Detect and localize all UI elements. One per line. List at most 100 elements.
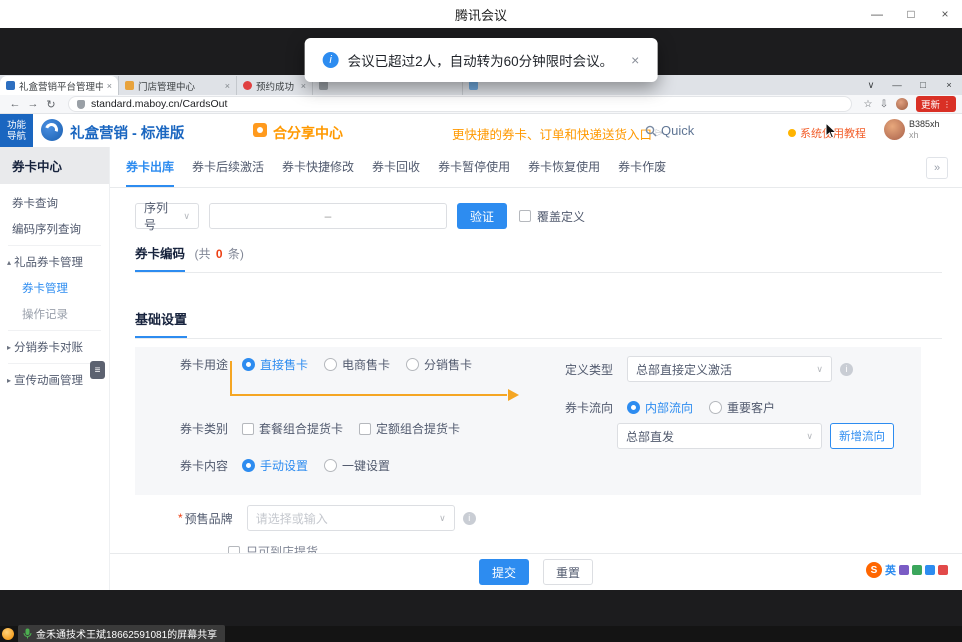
sidebar-item-op-log[interactable]: 操作记录 <box>0 301 109 327</box>
tab-activate[interactable]: 券卡后续激活 <box>192 147 264 187</box>
share-center-link[interactable]: 合分享中心 <box>273 123 343 143</box>
favicon <box>125 81 134 90</box>
caret-closed-icon: ▸ <box>7 343 11 352</box>
brand-placeholder: 请选择或输入 <box>256 510 328 527</box>
tab-search-icon[interactable]: ∨ <box>858 80 884 91</box>
tab-recycle[interactable]: 券卡回收 <box>372 147 420 187</box>
checkbox-icon <box>359 423 371 435</box>
close-icon[interactable]: × <box>928 0 962 28</box>
radio-label: 重要客户 <box>727 399 775 416</box>
radio-label: 内部流向 <box>645 399 693 416</box>
category-label: 券卡类别 <box>180 420 228 437</box>
tab-close-icon[interactable]: × <box>301 81 306 91</box>
deftype-select[interactable]: 总部直接定义激活 ∨ <box>627 356 832 382</box>
radio-direct-sale[interactable]: 直接售卡 <box>242 356 308 373</box>
radio-distribution-sale[interactable]: 分销售卡 <box>406 356 472 373</box>
update-label: 更新 <box>921 97 940 111</box>
serial-type-select[interactable]: 序列号 ∨ <box>135 203 199 229</box>
language-extension-icon[interactable]: 英 <box>885 562 896 578</box>
browser-tab-active[interactable]: 礼盒营销平台管理中心 × <box>0 76 118 95</box>
checkbox-icon <box>242 423 254 435</box>
radio-internal-flow[interactable]: 内部流向 <box>627 399 693 416</box>
browser-minimize-icon[interactable]: — <box>884 80 910 91</box>
extension-icon[interactable] <box>938 565 948 575</box>
chevron-down-icon: ∨ <box>806 431 813 442</box>
deftype-value: 总部直接定义激活 <box>636 361 732 378</box>
microphone-icon <box>23 628 32 639</box>
browser-tab[interactable]: 预约成功 × <box>236 76 312 95</box>
panel-collapse-icon[interactable]: » <box>926 157 948 179</box>
sidebar-item-card-query[interactable]: 券卡查询 <box>0 190 109 216</box>
tab-suspend[interactable]: 券卡暂停使用 <box>438 147 510 187</box>
url-omnibox[interactable]: standard.maboy.cn/CardsOut <box>68 96 852 112</box>
radio-manual-setup[interactable]: 手动设置 <box>242 457 308 474</box>
minimize-icon[interactable]: — <box>860 0 894 28</box>
override-checkbox[interactable] <box>519 210 531 222</box>
sidebar-group-gift-cards[interactable]: ▴ 礼品券卡管理 <box>0 249 109 275</box>
count-prefix: (共 <box>194 247 210 261</box>
favicon <box>6 81 15 90</box>
flow-select[interactable]: 总部直发 ∨ <box>617 423 822 449</box>
reset-button[interactable]: 重置 <box>543 559 593 585</box>
user-avatar[interactable] <box>884 119 905 140</box>
info-icon[interactable]: i <box>463 512 476 525</box>
tab-close-icon[interactable]: × <box>107 81 112 91</box>
verify-button[interactable]: 验证 <box>457 203 507 229</box>
add-flow-button[interactable]: 新增流向 <box>830 423 894 449</box>
serial-range-input[interactable] <box>209 203 447 229</box>
info-icon[interactable]: i <box>840 363 853 376</box>
function-nav-toggle[interactable]: 功能 导航 <box>0 114 33 147</box>
sidebar-item-serial-query[interactable]: 编码序列查询 <box>0 216 109 242</box>
extension-icon[interactable] <box>899 565 909 575</box>
browser-update-button[interactable]: 更新 ⋮ <box>916 96 956 112</box>
browser-tab[interactable]: 门店管理中心 × <box>118 76 236 95</box>
sidebar-group-distribution[interactable]: ▸ 分销券卡对账 <box>0 334 109 360</box>
reload-icon[interactable]: ↻ <box>42 98 60 111</box>
promo-entry-link[interactable]: 更快捷的券卡、订单和快递送货入口 ⌲ <box>452 124 664 143</box>
favicon <box>469 81 478 90</box>
radio-key-customer[interactable]: 重要客户 <box>709 399 775 416</box>
radio-ecommerce-sale[interactable]: 电商售卡 <box>324 356 390 373</box>
tab-close-icon[interactable]: × <box>225 81 230 91</box>
tab-quick-edit[interactable]: 券卡快捷修改 <box>282 147 354 187</box>
deftype-label: 定义类型 <box>565 361 613 378</box>
caret-closed-icon: ▸ <box>7 376 11 385</box>
sidebar-collapse-toggle[interactable]: ≡ <box>90 361 105 379</box>
form-footer: 提交 重置 S 英 <box>110 553 962 590</box>
quick-search[interactable]: Quick <box>645 123 694 138</box>
bookmark-star-icon[interactable]: ☆ <box>860 99 876 110</box>
presale-brand-row: * 预售品牌 请选择或输入 ∨ i <box>135 505 476 531</box>
chevron-down-icon: ∨ <box>439 513 446 524</box>
sidebar-item-card-manage[interactable]: 券卡管理 <box>0 275 109 301</box>
brand-select[interactable]: 请选择或输入 ∨ <box>247 505 455 531</box>
checkbox-combo-card[interactable]: 套餐组合提货卡 <box>242 420 343 437</box>
tab-card-out[interactable]: 券卡出库 <box>126 147 174 187</box>
window-controls: — □ × <box>860 0 962 28</box>
tab-restore[interactable]: 券卡恢复使用 <box>528 147 600 187</box>
usage-row: 券卡用途 直接售卡 电商售卡 分销售卡 <box>180 356 488 373</box>
toast-close-icon[interactable]: × <box>631 52 639 68</box>
submit-button[interactable]: 提交 <box>479 559 529 585</box>
checkbox-label: 定额组合提货卡 <box>376 420 460 437</box>
maximize-icon[interactable]: □ <box>894 0 928 28</box>
download-icon[interactable]: ⇩ <box>876 99 892 110</box>
forward-icon[interactable]: → <box>24 98 42 110</box>
promo-text: 更快捷的券卡、订单和快递送货入口 <box>452 124 652 143</box>
extension-icon[interactable] <box>925 565 935 575</box>
tab-void[interactable]: 券卡作废 <box>618 147 666 187</box>
radio-label: 手动设置 <box>260 457 308 474</box>
back-icon[interactable]: ← <box>6 98 24 110</box>
radio-icon <box>324 358 337 371</box>
translate-extension-icon[interactable]: S <box>866 562 882 578</box>
browser-close-icon[interactable]: × <box>936 80 962 91</box>
count-suffix: 条) <box>228 247 244 261</box>
taskbar-app-icon[interactable] <box>2 628 14 640</box>
category-row: 券卡类别 套餐组合提货卡 定额组合提货卡 <box>180 420 476 437</box>
content-row: 券卡内容 手动设置 一键设置 <box>180 457 406 474</box>
browser-maximize-icon[interactable]: □ <box>910 80 936 91</box>
extension-icon[interactable] <box>912 565 922 575</box>
browser-profile-avatar[interactable] <box>896 98 908 110</box>
app-body: 券卡中心 券卡查询 编码序列查询 ▴ 礼品券卡管理 券卡管理 操作记录 ▸ 分销… <box>0 147 962 590</box>
radio-one-click-setup[interactable]: 一键设置 <box>324 457 390 474</box>
checkbox-fixed-combo-card[interactable]: 定额组合提货卡 <box>359 420 460 437</box>
